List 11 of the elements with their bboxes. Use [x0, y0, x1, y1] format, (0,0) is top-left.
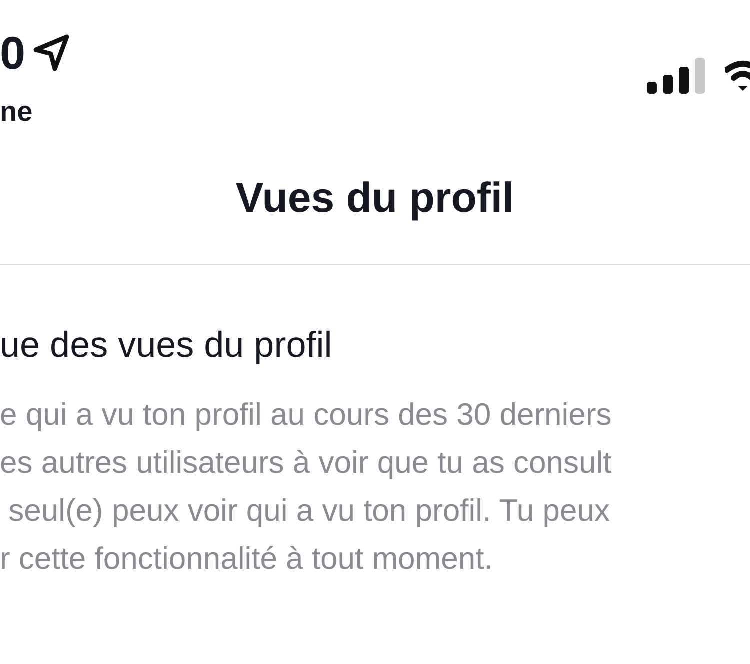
signal-icon	[647, 58, 705, 94]
description-line: seul(e) peux voir qui a vu ton profil. Tu peux	[8, 492, 611, 530]
description-line: e qui a vu ton profil au cours des 30 derniers	[0, 396, 613, 434]
page-title: Vues du profil	[234, 173, 516, 223]
description-line: es autres utilisateurs à voir que tu as consult	[0, 444, 613, 482]
status-time: 0	[0, 28, 26, 78]
location-arrow-icon	[32, 33, 72, 73]
section-heading: ue des vues du profil	[0, 323, 334, 367]
description-line: r cette fonctionnalité à tout moment.	[0, 540, 494, 578]
status-label: ne	[0, 96, 34, 128]
wifi-icon	[725, 58, 750, 92]
